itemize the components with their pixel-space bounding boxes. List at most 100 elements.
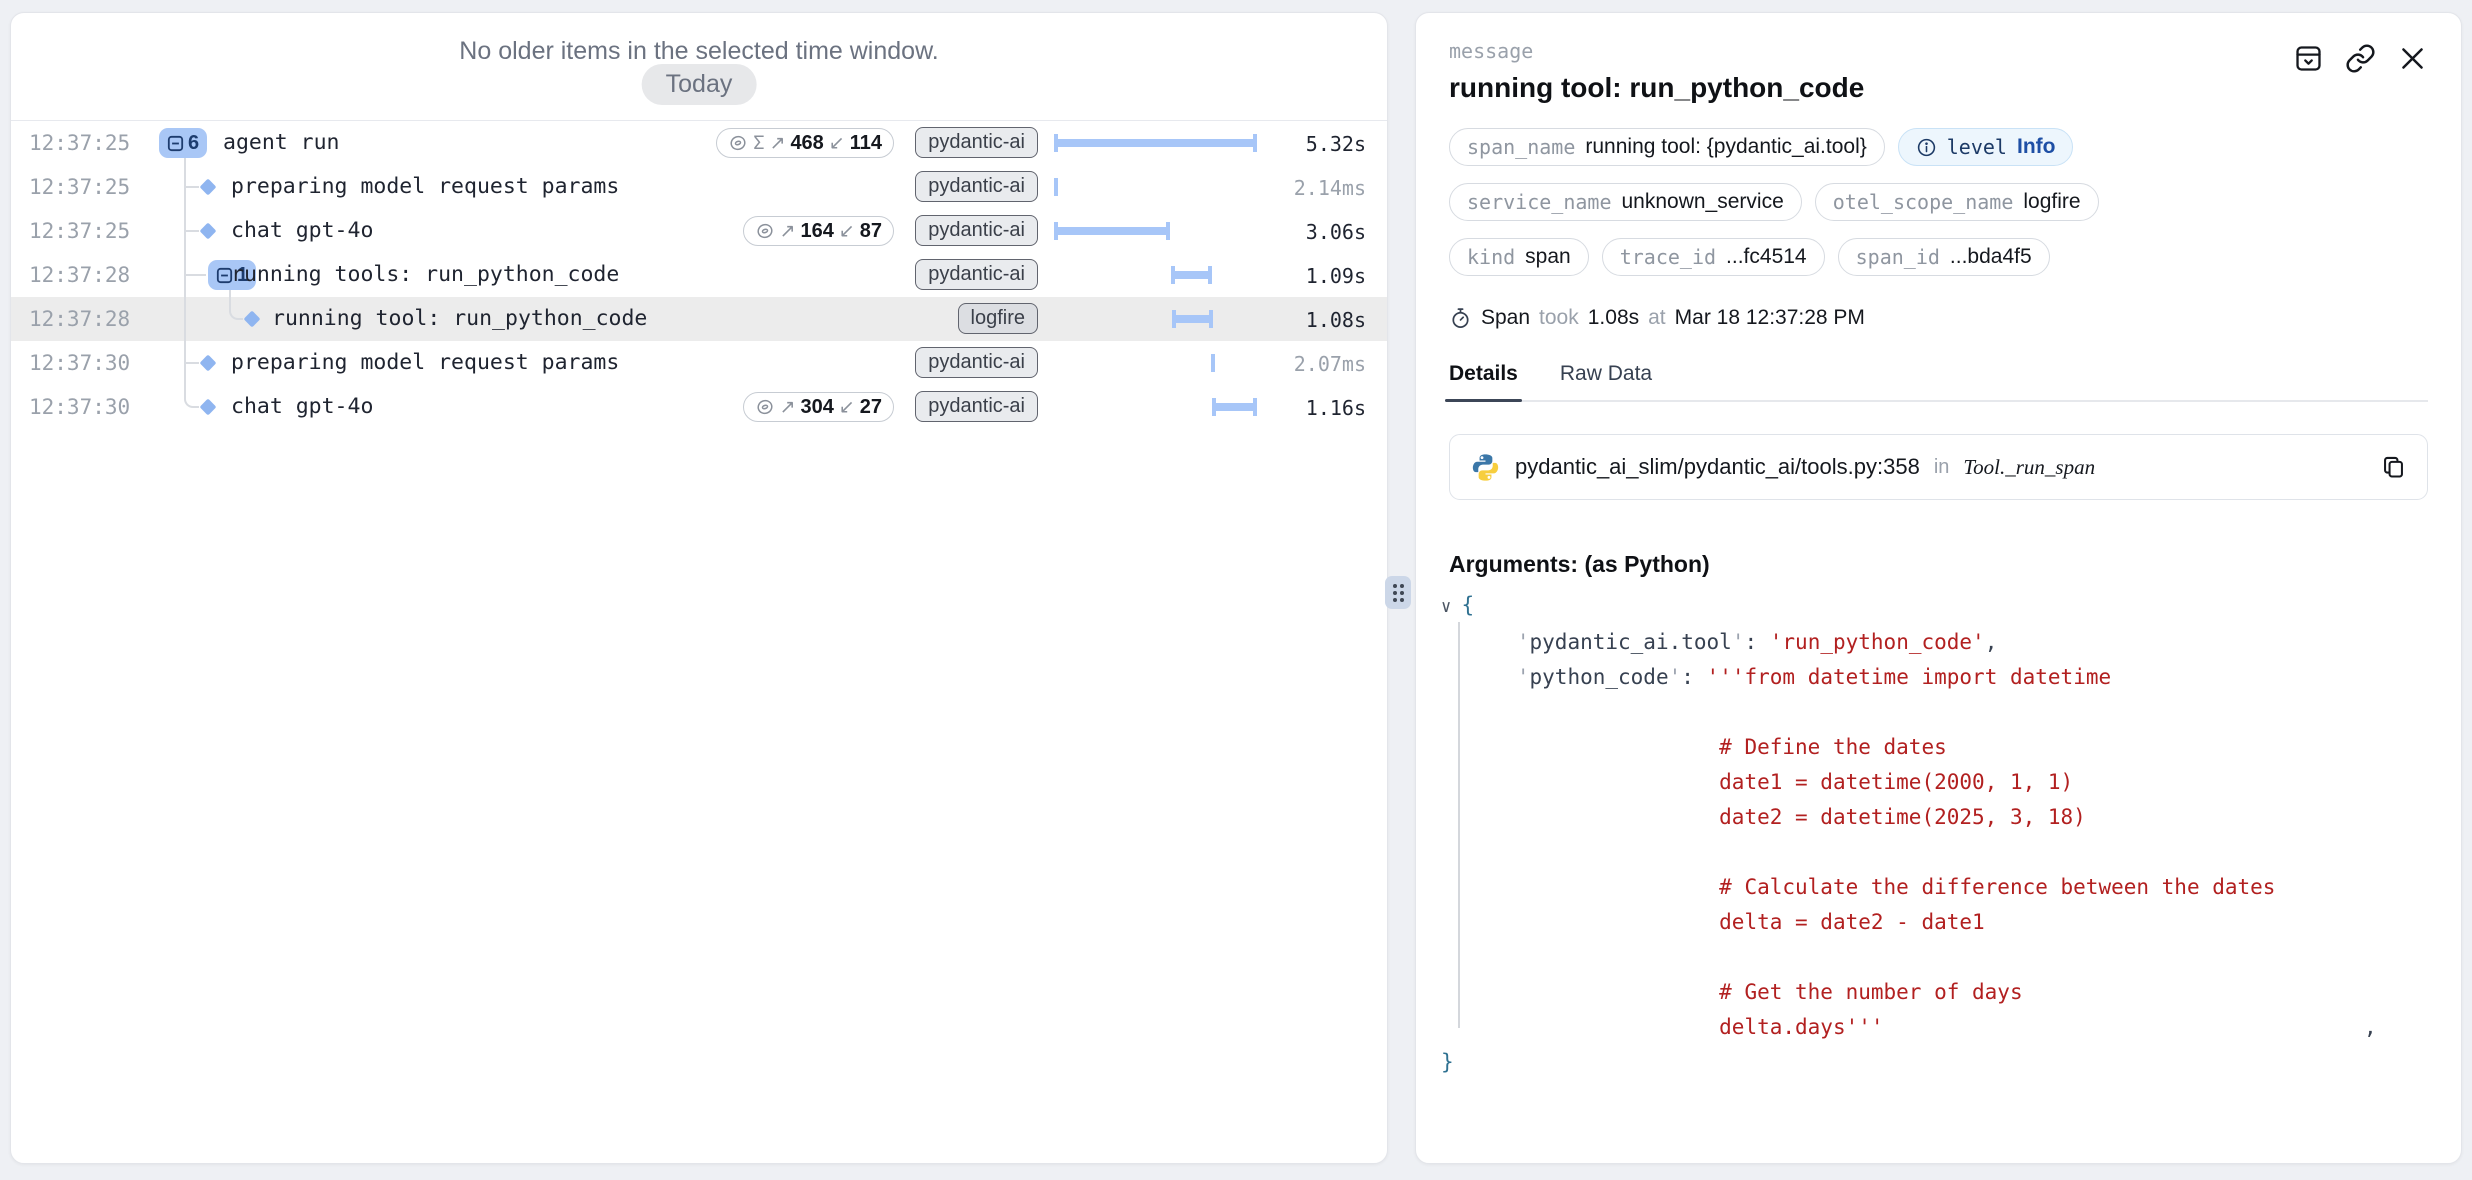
tree-connector [186, 274, 206, 276]
tab-raw-data[interactable]: Raw Data [1560, 362, 1652, 400]
pill-key: otel_scope_name [1833, 190, 2014, 214]
tokens-received: 87 [860, 220, 882, 243]
pill-key: service_name [1467, 190, 1612, 214]
scope-tag[interactable]: pydantic-ai [915, 171, 1038, 202]
attribute-pill-span_id[interactable]: span_id...bda4f5 [1838, 238, 2050, 276]
code-line: delta.days''' , [1441, 1010, 2428, 1045]
copy-icon[interactable] [2380, 454, 2407, 481]
indent-guide [1458, 622, 1460, 1028]
span-duration: 1.09s [1306, 264, 1366, 288]
scope-tag[interactable]: logfire [958, 303, 1038, 334]
timeline-bar [1054, 222, 1170, 240]
span-kind-label: message [1449, 39, 1864, 63]
today-button[interactable]: Today [642, 64, 757, 105]
timeline-tick [1211, 354, 1215, 372]
span-label: running tools: run_python_code [231, 262, 619, 287]
span-diamond-icon [200, 179, 217, 196]
code-location-in: in [1934, 456, 1950, 479]
span-duration: 2.07ms [1294, 352, 1366, 376]
arguments-code-block[interactable]: ∨ { 'pydantic_ai.tool': 'run_python_code… [1441, 588, 2428, 1080]
span-diamond-icon [200, 355, 217, 372]
span-duration: 1.08s [1306, 308, 1366, 332]
token-count-badge[interactable]: ↗304↙27 [743, 392, 894, 422]
token-count-badge[interactable]: ↗164↙87 [743, 216, 894, 246]
span-diamond-icon [200, 223, 217, 240]
timeline-bar [1212, 398, 1257, 416]
span-label: agent run [223, 130, 340, 155]
trace-row[interactable]: 12:37:30 preparing model request params py… [11, 341, 1387, 385]
code-location-path: pydantic_ai_slim/pydantic_ai/tools.py:35… [1515, 454, 1920, 480]
scope-tag[interactable]: pydantic-ai [915, 391, 1038, 422]
pill-key: span_name [1467, 135, 1575, 159]
pill-value: ...fc4514 [1726, 245, 1807, 269]
expand-collapse-badge[interactable]: 6 [159, 128, 207, 158]
trace-row[interactable]: 12:37:25preparing model request paramspy… [11, 165, 1387, 209]
scope-tag[interactable]: pydantic-ai [915, 215, 1038, 246]
tokens-icon [755, 221, 775, 241]
copy-link-icon[interactable] [2345, 43, 2376, 74]
tree-connector [229, 298, 243, 320]
row-timestamp: 12:37:25 [29, 131, 130, 155]
scope-tag[interactable]: pydantic-ai [915, 127, 1038, 158]
row-timestamp: 12:37:28 [29, 307, 130, 331]
tokens-sent: 164 [800, 220, 833, 243]
code-location-function: Tool._run_span [1963, 455, 2095, 480]
tokens-sent: 304 [800, 396, 833, 419]
pill-key: level [1947, 135, 2007, 159]
code-line: ∨ { [1441, 588, 2428, 625]
collapse-json-icon[interactable]: ∨ [1441, 597, 1461, 617]
collapse-icon [167, 135, 184, 152]
level-pill[interactable]: level Info [1898, 128, 2074, 166]
code-line [1441, 835, 2428, 870]
scope-tag[interactable]: pydantic-ai [915, 347, 1038, 378]
span-label: preparing model request params [231, 350, 619, 375]
tree-connector [184, 386, 199, 408]
timeline-tick [1054, 178, 1058, 196]
row-timestamp: 12:37:30 [29, 351, 130, 375]
trace-row[interactable]: 12:37:28running tool: run_python_codelog… [11, 297, 1387, 341]
trace-rows: 12:37:256agent runΣ↗468↙114pydantic-ai5.… [11, 121, 1387, 429]
tree-connector [186, 230, 199, 232]
trace-row[interactable]: 12:37:281running tools: run_python_codep… [11, 253, 1387, 297]
trace-row[interactable]: 12:37:256agent runΣ↗468↙114pydantic-ai5.… [11, 121, 1387, 165]
python-icon [1470, 452, 1501, 483]
row-timestamp: 12:37:25 [29, 175, 130, 199]
code-line: date1 = datetime(2000, 1, 1) [1441, 765, 2428, 800]
code-line [1441, 940, 2428, 975]
arguments-heading: Arguments: (as Python) [1449, 551, 2428, 578]
trace-row[interactable]: 12:37:30chat gpt-4o↗304↙27pydantic-ai1.1… [11, 385, 1387, 429]
stopwatch-icon [1449, 307, 1472, 330]
tree-connector [186, 362, 199, 364]
pill-key: kind [1467, 245, 1515, 269]
panel-resize-handle[interactable] [1385, 576, 1411, 609]
trace-row[interactable]: 12:37:25chat gpt-4o↗164↙87pydantic-ai3.0… [11, 209, 1387, 253]
code-line: date2 = datetime(2025, 3, 18) [1441, 800, 2428, 835]
scope-tag[interactable]: pydantic-ai [915, 259, 1038, 290]
close-icon[interactable] [2397, 43, 2428, 74]
received-arrow-icon: ↙ [839, 396, 855, 419]
pill-value: span [1525, 245, 1571, 269]
sum-icon: Σ [753, 132, 764, 154]
pill-value: logfire [2023, 190, 2080, 214]
attribute-pill-service_name[interactable]: service_nameunknown_service [1449, 183, 1802, 221]
attribute-pill-otel_scope_name[interactable]: otel_scope_name logfire [1815, 183, 2099, 221]
code-location-card[interactable]: pydantic_ai_slim/pydantic_ai/tools.py:35… [1449, 434, 2428, 500]
row-timestamp: 12:37:30 [29, 395, 130, 419]
token-count-badge[interactable]: Σ↗468↙114 [716, 128, 894, 158]
attribute-pill-span_name[interactable]: span_namerunning tool: {pydantic_ai.tool… [1449, 128, 1885, 166]
collapse-panel-icon[interactable] [2293, 43, 2324, 74]
pill-value: Info [2017, 135, 2055, 159]
tokens-received: 114 [850, 132, 882, 155]
code-line: } [1441, 1045, 2428, 1080]
span-duration: 5.32s [1306, 132, 1366, 156]
tab-details[interactable]: Details [1449, 362, 1518, 400]
attribute-pill-kind[interactable]: kind span [1449, 238, 1589, 276]
span-diamond-icon [244, 311, 261, 328]
span-label: chat gpt-4o [231, 394, 373, 419]
pill-key: span_id [1856, 245, 1940, 269]
attribute-pill-trace_id[interactable]: trace_id...fc4514 [1602, 238, 1825, 276]
code-line: 'python_code': '''from datetime import d… [1441, 660, 2428, 695]
sent-arrow-icon: ↗ [770, 132, 786, 155]
span-detail-panel: message running tool: run_python_code sp… [1415, 12, 2462, 1164]
trace-list-header: No older items in the selected time wind… [11, 13, 1387, 121]
